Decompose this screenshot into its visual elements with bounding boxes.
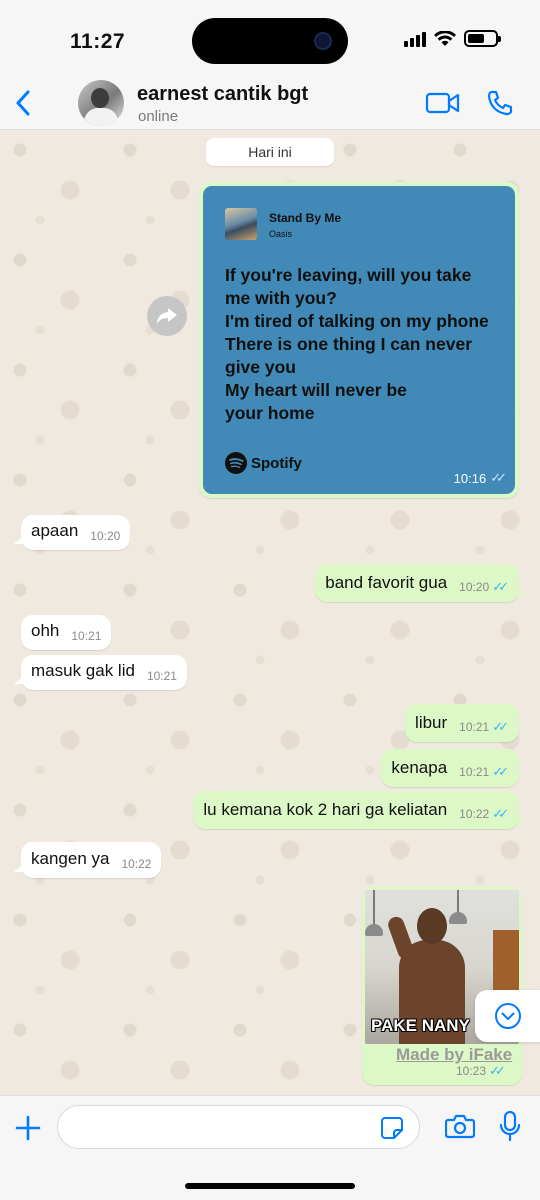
song-artist: Oasis: [269, 229, 293, 239]
message-meta: 10:20 ✓✓: [459, 579, 509, 602]
lyrics-text: If you're leaving, will you take me with…: [225, 264, 505, 425]
incoming-message[interactable]: masuk gak lid 10:21: [14, 655, 187, 690]
incoming-message[interactable]: apaan 10:20: [13, 515, 131, 550]
watermark-text: Made by iFake: [396, 1045, 513, 1064]
camera-button[interactable]: [444, 1113, 476, 1144]
attach-button[interactable]: [14, 1114, 42, 1147]
message-time: 10:21: [459, 720, 490, 734]
message-time: 10:21: [459, 765, 490, 779]
contact-avatar[interactable]: [78, 80, 124, 126]
message-meta: 10:23 ✓✓: [456, 1063, 506, 1079]
message-time: 10:20: [90, 529, 121, 543]
camera-icon: [444, 1114, 476, 1139]
message-time: 10:16: [453, 470, 487, 486]
lyric-line: If you're leaving, will you take: [225, 265, 472, 285]
outgoing-message[interactable]: band favorit gua 10:20 ✓✓: [315, 564, 526, 602]
message-meta: 10:21 ✓✓: [459, 719, 509, 742]
date-divider: Hari ini: [206, 138, 334, 166]
incoming-message[interactable]: ohh 10:21: [21, 615, 112, 650]
spotify-lyrics-card[interactable]: Stand By Me Oasis If you're leaving, wil…: [203, 186, 515, 494]
scroll-to-bottom-button[interactable]: [475, 990, 540, 1042]
voice-call-button[interactable]: [486, 89, 514, 122]
message-time: 10:21: [146, 669, 177, 683]
outgoing-message[interactable]: libur 10:21 ✓✓: [405, 704, 519, 742]
message-time: 10:22: [121, 857, 152, 871]
read-ticks-icon: ✓✓: [489, 1063, 506, 1078]
lyric-line: me with you?: [225, 288, 337, 308]
spotify-icon: [225, 452, 247, 474]
chat-header: earnest cantik bgt online: [0, 75, 540, 130]
forward-button[interactable]: [147, 296, 187, 336]
chevron-down-circle-icon: [495, 1003, 521, 1029]
message-text: kangen ya: [31, 848, 110, 868]
message-text: lu kemana kok 2 hari ga keliatan: [203, 799, 448, 819]
message-text: apaan: [31, 520, 79, 540]
status-icons: [404, 30, 501, 47]
dynamic-island: [192, 18, 348, 64]
plus-icon: [15, 1115, 41, 1141]
cellular-signal-icon: [404, 31, 426, 47]
voice-message-button[interactable]: [499, 1110, 521, 1146]
contact-name[interactable]: earnest cantik bgt: [137, 83, 308, 106]
message-text: band favorit gua: [325, 572, 448, 592]
status-bar: 11:27: [0, 0, 540, 75]
sticker-icon: [381, 1117, 403, 1139]
chevron-left-icon: [16, 90, 30, 116]
status-time: 11:27: [70, 30, 126, 53]
lyric-line: My heart will never be: [225, 380, 407, 400]
battery-level: [468, 34, 484, 43]
message-time: 10:20: [459, 580, 490, 594]
message-time: 10:21: [71, 629, 102, 643]
message-text: masuk gak lid: [31, 660, 135, 680]
message-text: ohh: [31, 620, 60, 640]
forward-arrow-icon: [157, 308, 177, 324]
message-meta: 10:21 ✓✓: [459, 764, 509, 787]
wifi-icon: [434, 30, 456, 46]
read-ticks-icon: ✓✓: [490, 470, 507, 485]
message-meta: 10:22 ✓✓: [459, 806, 509, 829]
lyric-line: I'm tired of talking on my phone: [225, 311, 489, 331]
read-ticks-icon: ✓✓: [492, 764, 509, 779]
spotify-logo: Spotify: [225, 452, 302, 474]
message-input[interactable]: [57, 1105, 420, 1149]
message-meta: 10:16 ✓✓: [454, 470, 507, 486]
lyric-line: your home: [225, 403, 315, 423]
phone-icon: [487, 90, 513, 116]
spotify-share-message[interactable]: Stand By Me Oasis If you're leaving, wil…: [199, 182, 519, 498]
camera-dot-icon: [314, 32, 332, 50]
outgoing-message[interactable]: lu kemana kok 2 hari ga keliatan 10:22 ✓✓: [193, 791, 526, 829]
outgoing-message[interactable]: kenapa 10:21 ✓✓: [381, 749, 519, 787]
song-title: Stand By Me: [269, 211, 342, 225]
read-ticks-icon: ✓✓: [492, 579, 509, 594]
lyric-line: There is one thing I can never: [225, 334, 473, 354]
album-art: [225, 208, 257, 240]
video-camera-icon: [425, 92, 460, 114]
sticker-button[interactable]: [380, 1116, 404, 1145]
lyric-line: give you: [225, 357, 296, 377]
microphone-icon: [499, 1110, 521, 1142]
message-time: 10:22: [459, 807, 490, 821]
incoming-message[interactable]: kangen ya 10:22: [13, 842, 162, 878]
home-indicator: [185, 1183, 355, 1189]
back-button[interactable]: [8, 85, 38, 121]
spotify-brand-label: Spotify: [251, 454, 302, 472]
meme-caption: PAKE NANY: [371, 1016, 470, 1035]
message-time: 10:23: [456, 1064, 487, 1078]
video-call-button[interactable]: [425, 91, 461, 120]
battery-icon: [464, 30, 501, 47]
read-ticks-icon: ✓✓: [492, 719, 509, 734]
read-ticks-icon: ✓✓: [492, 806, 509, 821]
message-text: libur: [415, 712, 448, 732]
contact-status: online: [138, 108, 179, 125]
message-text: kenapa: [391, 757, 448, 777]
